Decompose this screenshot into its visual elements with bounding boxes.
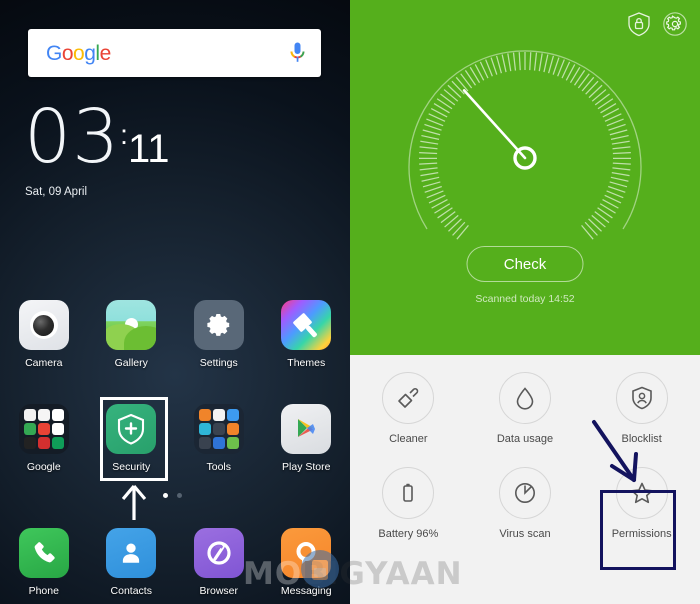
clock-colon: : [120, 119, 128, 150]
app-label: Browser [199, 585, 238, 597]
arrow-down-right-icon [592, 420, 638, 482]
app-contacts[interactable]: Contacts [88, 528, 176, 597]
app-themes[interactable]: Themes [263, 300, 351, 369]
dock-row: Phone Contacts Browser Messaging [0, 528, 350, 597]
battery-icon [382, 467, 435, 519]
app-phone[interactable]: Phone [0, 528, 88, 597]
gear-icon [193, 300, 244, 350]
security-highlight-box [100, 397, 168, 481]
scan-clock-icon [498, 467, 551, 519]
home-screen-panel: Google 03:11 Sat, 09 April Camera Galler… [0, 0, 350, 604]
google-search-bar[interactable]: Google [28, 29, 321, 77]
tool-label: Virus scan [499, 528, 551, 540]
app-label: Gallery [114, 357, 148, 369]
check-button[interactable]: Check [466, 246, 584, 282]
page-dot-active[interactable] [163, 493, 168, 498]
tool-cleaner[interactable]: Cleaner [350, 372, 467, 445]
app-settings[interactable]: Settings [175, 300, 263, 369]
gauge-needle [462, 89, 537, 170]
browser-icon [193, 528, 244, 578]
app-row-2: Google Security Tools Play Store [0, 404, 350, 473]
app-row-1: Camera Gallery Settings Themes [0, 300, 350, 369]
shield-person-icon [615, 372, 668, 424]
brush-icon [382, 372, 435, 424]
app-label: Contacts [110, 585, 152, 597]
gear-icon[interactable] [662, 11, 688, 37]
app-tools-folder[interactable]: Tools [175, 404, 263, 473]
gauge-ticks [418, 52, 632, 240]
clock-minutes: :11 [120, 119, 170, 171]
app-label: Google [26, 461, 61, 473]
tool-label: Battery 96% [378, 528, 439, 540]
date-label: Sat, 09 April [25, 186, 88, 198]
app-label: Play Store [282, 461, 331, 473]
screenshot-root: Google 03:11 Sat, 09 April Camera Galler… [0, 0, 700, 604]
tool-virus-scan[interactable]: Virus scan [467, 467, 584, 540]
tool-label: Cleaner [389, 433, 428, 445]
person-icon [106, 528, 157, 578]
permissions-highlight-box [600, 490, 676, 570]
paintbrush-icon [281, 300, 332, 350]
microphone-icon[interactable] [290, 42, 305, 64]
app-label: Camera [25, 357, 63, 369]
tool-battery[interactable]: Battery 96% [350, 467, 467, 540]
check-button-label: Check [503, 255, 547, 273]
app-gallery[interactable]: Gallery [88, 300, 176, 369]
app-camera[interactable]: Camera [0, 300, 88, 369]
droplet-icon [498, 372, 551, 424]
app-google-folder[interactable]: Google [0, 404, 88, 473]
tools-folder-icon [193, 404, 244, 454]
camera-icon [18, 300, 69, 350]
scanned-status: Scanned today 14:52 [475, 293, 575, 305]
app-label: Themes [287, 357, 326, 369]
app-label: Phone [28, 585, 59, 597]
gallery-icon [106, 300, 157, 350]
app-label: Settings [199, 357, 238, 369]
app-label: Tools [206, 461, 231, 473]
clock-widget: 03:11 [24, 100, 169, 174]
page-dot[interactable] [177, 493, 182, 498]
play-store-icon [281, 404, 332, 454]
arrow-up-icon [122, 484, 146, 520]
tool-data-usage[interactable]: Data usage [467, 372, 584, 445]
app-play-store[interactable]: Play Store [263, 404, 351, 473]
app-browser[interactable]: Browser [175, 528, 263, 597]
page-indicator[interactable] [163, 493, 182, 498]
google-logo: Google [46, 41, 111, 65]
phone-icon [18, 528, 69, 578]
tool-label: Data usage [496, 433, 554, 445]
clock-hours: 03 [24, 94, 121, 180]
mobigyaan-logo-icon [301, 550, 339, 588]
google-folder-icon [18, 404, 69, 454]
gauge-outer-arc [408, 50, 642, 230]
